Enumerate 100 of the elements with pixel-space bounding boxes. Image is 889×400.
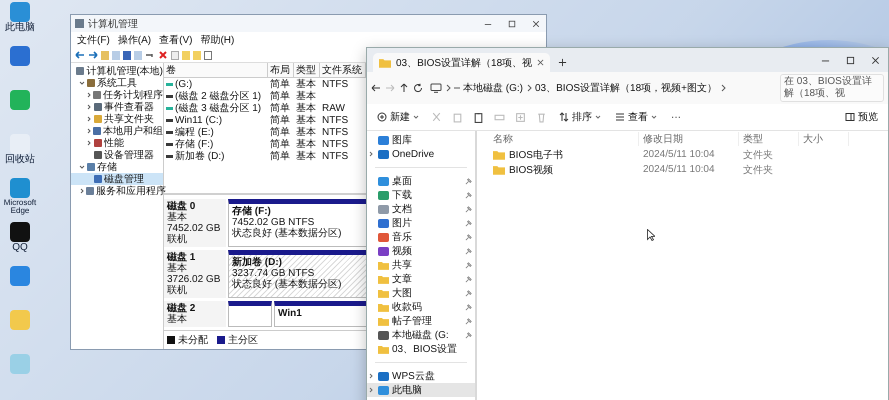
paste-icon[interactable] [473, 112, 484, 122]
preview-button[interactable]: 预览 [843, 108, 880, 126]
column-header[interactable]: 布局 [268, 63, 294, 77]
tree-item[interactable]: 任务计划程序 [71, 89, 163, 101]
table-cell-text: NTFS [321, 150, 350, 162]
file-name: BIOS视频 [509, 164, 553, 176]
chevron-icon[interactable] [720, 84, 726, 92]
partition-block[interactable] [228, 301, 272, 327]
menu-item[interactable]: 操作(A) [118, 33, 152, 47]
sort-button[interactable]: 排序 [557, 108, 603, 126]
sidebar-item[interactable]: 图库 [367, 133, 475, 147]
desktop-icon-label: 此电脑 [5, 23, 35, 33]
tree-item[interactable]: 服务和应用程序 [71, 185, 163, 197]
tree-node-icon [94, 139, 102, 147]
maximize-icon[interactable] [508, 20, 516, 28]
tree-item[interactable]: 磁盘管理 [71, 173, 163, 185]
pin-icon[interactable] [465, 248, 472, 254]
column-header[interactable]: 修改日期 [639, 132, 739, 146]
pin-icon[interactable] [465, 332, 472, 338]
file-row[interactable]: BIOS电子书 2024/5/11 10:04 文件夹 [489, 147, 888, 162]
pin-icon[interactable] [465, 206, 472, 212]
tree-node-icon [87, 79, 95, 87]
pin-icon[interactable] [465, 178, 472, 184]
sort-icon [559, 112, 569, 122]
sidebar-item[interactable]: 大图 [367, 286, 475, 300]
sidebar-item[interactable]: OneDrive [367, 147, 475, 161]
panel-icon[interactable] [204, 50, 212, 60]
chevron-icon[interactable] [79, 188, 85, 194]
close-icon[interactable] [532, 20, 540, 28]
back-arrow-icon[interactable] [371, 83, 381, 93]
table-cell-text: 基本 [295, 114, 317, 126]
back-arrow-icon[interactable] [75, 50, 85, 60]
chevron-icon[interactable] [368, 387, 374, 393]
caret-icon [651, 114, 657, 120]
pin-icon[interactable] [465, 234, 472, 240]
chevron-icon[interactable] [445, 84, 451, 92]
tree-item[interactable]: 系统工具 [71, 77, 163, 89]
delete-icon[interactable] [158, 50, 168, 60]
table-cell-text: 简单 [269, 138, 291, 150]
chevron-icon[interactable] [79, 164, 85, 170]
pin-icon[interactable] [465, 318, 472, 324]
column-header[interactable]: 类型 [294, 63, 320, 77]
sidebar-item[interactable]: 03、BIOS设置 [367, 342, 475, 356]
more-button[interactable]: ··· [669, 110, 683, 124]
sidebar-item[interactable]: 帖子管理 [367, 314, 475, 328]
sidebar-item[interactable]: 视频 [367, 244, 475, 258]
chevron-icon[interactable] [526, 84, 532, 92]
pin-icon[interactable] [465, 192, 472, 198]
tree-item[interactable]: 存储 [71, 161, 163, 173]
tree-item[interactable]: 本地用户和组 [71, 125, 163, 137]
tree-item[interactable]: 共享文件夹 [71, 113, 163, 125]
pin-icon[interactable] [465, 276, 472, 282]
sidebar-item[interactable]: 下载 [367, 188, 475, 202]
chevron-icon[interactable] [368, 151, 374, 157]
sidebar-item[interactable]: 文章 [367, 272, 475, 286]
tree-item[interactable]: 事件查看器 [71, 101, 163, 113]
sidebar-item[interactable]: 本地磁盘 (G: [367, 328, 475, 342]
pin-icon[interactable] [465, 262, 472, 268]
file-row[interactable]: BIOS视频 2024/5/11 10:04 文件夹 [489, 162, 888, 177]
up-arrow-icon[interactable] [399, 83, 409, 93]
new-button[interactable]: 新建 [375, 108, 421, 126]
sidebar-item[interactable]: 桌面 [367, 174, 475, 188]
tree-item[interactable]: 设备管理器 [71, 149, 163, 161]
sidebar-item[interactable]: 图片 [367, 216, 475, 230]
table-cell-text: RAW [321, 102, 346, 114]
refresh-icon[interactable] [413, 83, 423, 93]
sidebar-item[interactable]: 收款码 [367, 300, 475, 314]
legend-label: 主分区 [228, 334, 258, 347]
sidebar-item[interactable]: 共享 [367, 258, 475, 272]
menu-item[interactable]: 帮助(H) [200, 33, 234, 47]
column-header[interactable]: 名称 [489, 132, 639, 146]
pin-icon[interactable] [465, 304, 472, 310]
menu-item[interactable]: 查看(V) [159, 33, 192, 47]
sidebar-item[interactable]: WPS云盘 [367, 369, 475, 383]
tree-item[interactable]: 计算机管理(本地) [71, 65, 163, 77]
partition-block[interactable]: 新加卷 (D:) 3237.74 GB NTFS 状态良好 (基本数据分区) [228, 250, 368, 298]
close-icon[interactable] [871, 56, 880, 64]
sidebar-item[interactable]: 文档 [367, 202, 475, 216]
menu-item[interactable]: 文件(F) [77, 33, 110, 47]
search-field[interactable]: 在 03、BIOS设置详解（18项、视 [780, 74, 884, 102]
tab[interactable]: 03、BIOS设置详解（18项、视 [373, 53, 550, 72]
sidebar-item[interactable]: 此电脑 [367, 383, 475, 397]
maximize-icon[interactable] [846, 56, 855, 64]
forward-arrow-icon[interactable] [88, 50, 98, 60]
close-icon[interactable] [537, 59, 544, 66]
pin-icon[interactable] [465, 220, 472, 226]
pin-icon[interactable] [465, 290, 472, 296]
address-bar[interactable]: 本地磁盘 (G:) 03、BIOS设置详解（18项，视频+图文） [427, 78, 776, 98]
view-button[interactable]: 查看 [613, 108, 659, 126]
column-header[interactable]: 类型 [739, 132, 799, 146]
column-header[interactable]: 卷 [164, 63, 268, 77]
tree-item[interactable]: 性能 [71, 137, 163, 149]
column-header[interactable]: 大小 [799, 132, 849, 146]
new-tab-icon[interactable] [558, 58, 568, 67]
plus-circle-icon [377, 112, 387, 122]
tree-node-icon [86, 187, 94, 195]
tree-node-icon [94, 175, 102, 183]
caret-icon [413, 114, 419, 120]
chevron-icon[interactable] [368, 373, 374, 379]
sidebar-item[interactable]: 音乐 [367, 230, 475, 244]
